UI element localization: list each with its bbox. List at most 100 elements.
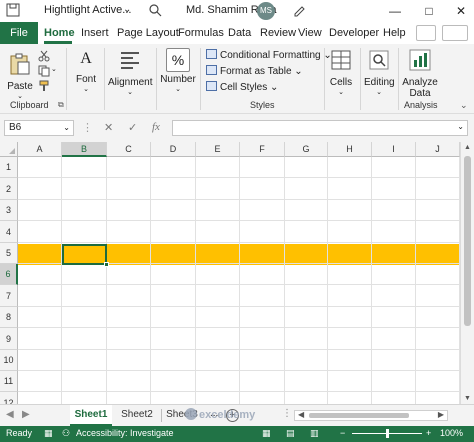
gridline-vertical	[371, 157, 372, 404]
prev-sheet-icon[interactable]: ◀	[6, 409, 14, 420]
alignment-button[interactable]: Alignment ⌄	[108, 48, 152, 96]
row-header-6[interactable]: 6	[0, 264, 18, 285]
scroll-right-icon[interactable]: ▶	[438, 410, 444, 419]
zoom-slider-knob[interactable]	[386, 429, 389, 438]
column-header-g[interactable]: G	[285, 142, 328, 157]
document-title[interactable]: Hightlight Active...	[44, 4, 131, 16]
tab-help[interactable]: Help	[383, 22, 406, 44]
fill-handle[interactable]	[104, 262, 109, 267]
tab-view[interactable]: View	[298, 22, 322, 44]
page-layout-view-icon[interactable]: ▤	[286, 428, 295, 439]
select-all-corner[interactable]	[0, 142, 18, 157]
next-sheet-icon[interactable]: ▶	[22, 409, 30, 420]
restore-button[interactable]: □	[420, 2, 438, 20]
cancel-icon[interactable]: ✕	[104, 121, 113, 134]
search-icon[interactable]	[148, 3, 162, 17]
row-header-4[interactable]: 4	[0, 221, 18, 243]
collapse-ribbon-icon[interactable]: ⌄	[460, 100, 468, 111]
column-header-f[interactable]: F	[240, 142, 285, 157]
row-header-1[interactable]: 1	[0, 157, 18, 178]
tab-page-layout[interactable]: Page Layout	[117, 22, 179, 44]
column-header-e[interactable]: E	[196, 142, 240, 157]
vertical-scrollbar[interactable]: ▲ ▼	[460, 142, 474, 404]
column-header-a[interactable]: A	[18, 142, 62, 157]
row-header-9[interactable]: 9	[0, 328, 18, 350]
number-button[interactable]: % Number ⌄	[160, 48, 196, 93]
row-header-10[interactable]: 10	[0, 350, 18, 371]
dialog-launcher-icon[interactable]: ⧉	[58, 100, 64, 110]
zoom-out-button[interactable]: −	[340, 428, 345, 438]
number-label: Number	[160, 74, 196, 85]
tab-formulas[interactable]: Formulas	[178, 22, 224, 44]
row-header-2[interactable]: 2	[0, 178, 18, 200]
cells-button[interactable]: Cells ⌄	[328, 48, 354, 96]
scroll-left-icon[interactable]: ◀	[298, 410, 304, 419]
tab-data[interactable]: Data	[228, 22, 251, 44]
gridline-horizontal	[18, 284, 460, 285]
save-icon[interactable]	[6, 3, 20, 17]
format-painter-icon[interactable]	[38, 80, 50, 92]
column-header-h[interactable]: H	[328, 142, 372, 157]
paste-button[interactable]: Paste ⌄	[6, 52, 34, 100]
ribbon-divider	[156, 48, 157, 110]
insert-function-icon[interactable]: fx	[152, 121, 160, 133]
vertical-scroll-thumb[interactable]	[464, 156, 471, 326]
gridline-vertical	[239, 157, 240, 404]
row-header-5[interactable]: 5	[0, 243, 18, 264]
zoom-in-button[interactable]: +	[426, 428, 431, 438]
tab-insert[interactable]: Insert	[81, 22, 109, 44]
pen-icon[interactable]	[292, 3, 306, 17]
column-header-c[interactable]: C	[107, 142, 151, 157]
editing-button[interactable]: Editing ⌄	[364, 48, 395, 96]
enter-icon[interactable]: ✓	[128, 121, 137, 134]
normal-view-icon[interactable]: ▦	[262, 428, 271, 439]
name-box[interactable]: B6 ⌄	[4, 120, 74, 136]
column-header-j[interactable]: J	[416, 142, 460, 157]
share-icon[interactable]	[442, 25, 468, 41]
analyze-data-button[interactable]: Analyze Data	[402, 48, 438, 99]
row-header-3[interactable]: 3	[0, 200, 18, 221]
gridline-vertical	[150, 157, 151, 404]
tab-review[interactable]: Review	[260, 22, 296, 44]
tab-developer[interactable]: Developer	[329, 22, 379, 44]
column-header-d[interactable]: D	[151, 142, 196, 157]
avatar[interactable]: MS	[257, 2, 275, 20]
row-header-7[interactable]: 7	[0, 285, 18, 307]
row-header-8[interactable]: 8	[0, 307, 18, 328]
chevron-down-icon[interactable]: ⌄	[63, 121, 70, 135]
row-header-12[interactable]: 12	[0, 392, 18, 404]
active-cell-b6[interactable]	[62, 244, 109, 267]
comments-icon[interactable]	[416, 25, 436, 41]
accessibility-icon[interactable]: ⚇	[62, 428, 70, 439]
format-as-table-button[interactable]: Format as Table ⌄	[206, 65, 303, 77]
cell-styles-button[interactable]: Cell Styles ⌄	[206, 81, 278, 93]
cut-icon[interactable]	[38, 50, 50, 62]
zoom-level[interactable]: 100%	[440, 428, 463, 438]
sheet-tab-sheet2[interactable]: Sheet2	[116, 405, 158, 426]
horizontal-scrollbar[interactable]: ◀ ▶	[294, 410, 448, 421]
column-header-i[interactable]: I	[372, 142, 416, 157]
worksheet-grid[interactable]: ABCDEFGHIJ 12345678910111213	[0, 142, 460, 404]
minimize-button[interactable]: —	[386, 2, 404, 20]
scroll-down-icon[interactable]: ▼	[464, 395, 471, 402]
conditional-formatting-button[interactable]: Conditional Formatting ⌄	[206, 49, 332, 61]
close-button[interactable]: ✕	[452, 2, 470, 20]
font-button[interactable]: A Font ⌄	[72, 48, 100, 93]
gridline-horizontal	[18, 349, 460, 350]
horizontal-scroll-thumb[interactable]	[309, 413, 409, 418]
chevron-down-icon[interactable]: ⌄	[123, 4, 131, 15]
tab-file[interactable]: File	[0, 22, 38, 44]
scroll-up-icon[interactable]: ▲	[464, 144, 471, 151]
chevron-down-icon[interactable]: ⌄	[457, 122, 464, 131]
chevron-down-icon[interactable]: ⌄	[51, 65, 57, 73]
formula-input[interactable]: ⌄	[172, 120, 468, 136]
page-break-view-icon[interactable]: ▥	[310, 428, 319, 439]
accessibility-status[interactable]: Accessibility: Investigate	[76, 428, 174, 438]
cell-styles-icon	[206, 81, 217, 91]
chevron-down-icon: ⌄	[127, 89, 133, 96]
column-header-b[interactable]: B	[62, 142, 107, 157]
copy-icon[interactable]	[38, 65, 50, 77]
macro-record-icon[interactable]: ▦	[44, 428, 53, 439]
sheet-tab-sheet1[interactable]: Sheet1	[70, 405, 112, 426]
row-header-11[interactable]: 11	[0, 371, 18, 392]
